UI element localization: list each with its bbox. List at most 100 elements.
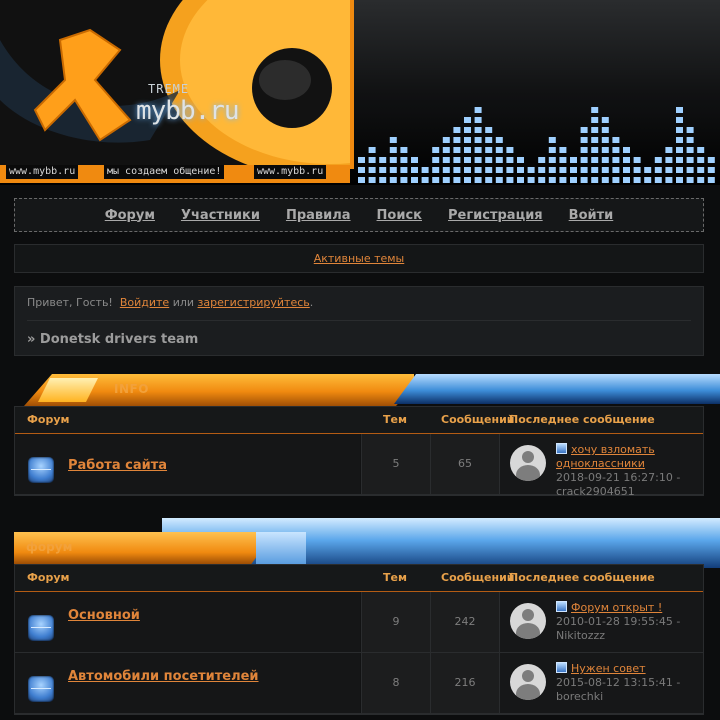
last-post-info: Нужен совет 2015-08-12 13:15:41 - borech…	[556, 662, 716, 704]
nav-rules[interactable]: Правила	[286, 208, 351, 223]
last-post-user: crack2904651	[556, 485, 635, 498]
post-icon	[556, 662, 567, 673]
category-header-forum: форум	[14, 518, 720, 568]
eq-cell	[601, 137, 609, 143]
eq-cell	[570, 157, 577, 163]
eq-cell	[580, 127, 588, 133]
eq-cell	[559, 167, 567, 173]
eq-cell	[623, 177, 630, 183]
last-post-date: 2018-09-21 16:27:10 -	[556, 471, 681, 484]
active-topics-link[interactable]: Активные темы	[314, 252, 405, 265]
eq-cell	[601, 117, 609, 123]
site-banner: TREME mybb.ru www.mybb.ru мы создаем общ…	[0, 0, 720, 185]
equalizer-graphic	[358, 107, 715, 183]
eq-cell	[601, 177, 609, 183]
last-post-link[interactable]: хочу взломать одноклассники	[556, 443, 655, 470]
eq-cell	[707, 177, 715, 183]
eq-cell	[495, 177, 503, 183]
eq-cell	[389, 147, 397, 153]
eq-cell	[432, 177, 440, 183]
post-icon	[556, 601, 567, 612]
eq-cell	[400, 147, 408, 153]
eq-cell	[442, 137, 450, 143]
eq-cell	[580, 137, 588, 143]
eq-cell	[464, 117, 471, 123]
eq-cell	[400, 177, 408, 183]
eq-cell	[665, 167, 673, 173]
eq-cell	[676, 127, 683, 133]
user-avatar-icon	[510, 664, 546, 700]
eq-cell	[548, 177, 556, 183]
forum-link[interactable]: Основной	[68, 608, 140, 623]
forum-row: Основной 9 242 Форум открыт ! 2010-01-28…	[15, 592, 703, 653]
ticker-item: www.mybb.ru	[6, 165, 79, 179]
greeting-or: или	[172, 296, 195, 309]
eq-cell	[495, 137, 503, 143]
eq-cell	[485, 127, 493, 133]
eq-cell	[644, 167, 652, 173]
nav-forum[interactable]: Форум	[105, 208, 155, 223]
category-header-info: INFO	[14, 374, 720, 406]
forum-read-icon	[28, 676, 54, 702]
nav-members[interactable]: Участники	[181, 208, 260, 223]
eq-cell	[464, 157, 471, 163]
eq-cell	[453, 137, 461, 143]
breadcrumb: » Donetsk drivers team	[27, 332, 199, 347]
topics-count: 5	[361, 434, 430, 494]
eq-cell	[612, 167, 620, 173]
eq-cell	[432, 147, 440, 153]
last-post-date: 2015-08-12 13:15:41 -	[556, 676, 681, 689]
eq-cell	[379, 177, 387, 183]
nav-search[interactable]: Поиск	[377, 208, 422, 223]
eq-cell	[495, 157, 503, 163]
eq-cell	[485, 137, 493, 143]
eq-cell	[538, 167, 546, 173]
register-link[interactable]: зарегистрируйтесь	[198, 296, 310, 309]
forum-link[interactable]: Работа сайта	[68, 458, 167, 473]
eq-cell	[591, 117, 599, 123]
eq-cell	[591, 137, 599, 143]
eq-cell	[580, 147, 588, 153]
last-post-link[interactable]: Форум открыт !	[571, 601, 662, 614]
forum-link[interactable]: Автомобили посетителей	[68, 669, 259, 684]
eq-cell	[453, 127, 461, 133]
last-post-link[interactable]: Нужен совет	[571, 662, 646, 675]
eq-cell	[697, 177, 705, 183]
eq-cell	[368, 147, 376, 153]
last-post-user: Nikitozzz	[556, 629, 606, 642]
last-post-cell: Форум открыт ! 2010-01-28 19:55:45 - Nik…	[499, 592, 703, 652]
eq-cell	[485, 157, 493, 163]
greeting-box: Привет, Гость! Войдите или зарегистрируй…	[14, 286, 704, 356]
eq-cell	[601, 127, 609, 133]
eq-cell	[368, 177, 376, 183]
eq-cell	[379, 157, 387, 163]
eq-cell	[474, 157, 482, 163]
eq-cell	[623, 167, 630, 173]
eq-cell	[495, 167, 503, 173]
login-link[interactable]: Войдите	[120, 296, 169, 309]
eq-cell	[623, 147, 630, 153]
eq-cell	[506, 157, 514, 163]
eq-cell	[453, 157, 461, 163]
header-last: Последнее сообщение	[509, 571, 655, 584]
eq-cell	[442, 167, 450, 173]
eq-cell	[591, 147, 599, 153]
category-tab-end	[256, 532, 306, 564]
nav-login[interactable]: Войти	[569, 208, 614, 223]
header-last: Последнее сообщение	[509, 413, 655, 426]
eq-cell	[580, 177, 588, 183]
eq-cell	[612, 157, 620, 163]
last-post-user: borechki	[556, 690, 604, 703]
nav-register[interactable]: Регистрация	[448, 208, 543, 223]
eq-cell	[368, 157, 376, 163]
eq-cell	[548, 157, 556, 163]
eq-cell	[517, 157, 524, 163]
eq-cell	[421, 177, 429, 183]
forum-cell: Работа сайта	[15, 434, 360, 494]
eq-cell	[485, 177, 493, 183]
eq-cell	[686, 137, 694, 143]
eq-cell	[686, 167, 694, 173]
eq-cell	[676, 157, 683, 163]
eq-cell	[676, 147, 683, 153]
eq-cell	[527, 177, 535, 183]
